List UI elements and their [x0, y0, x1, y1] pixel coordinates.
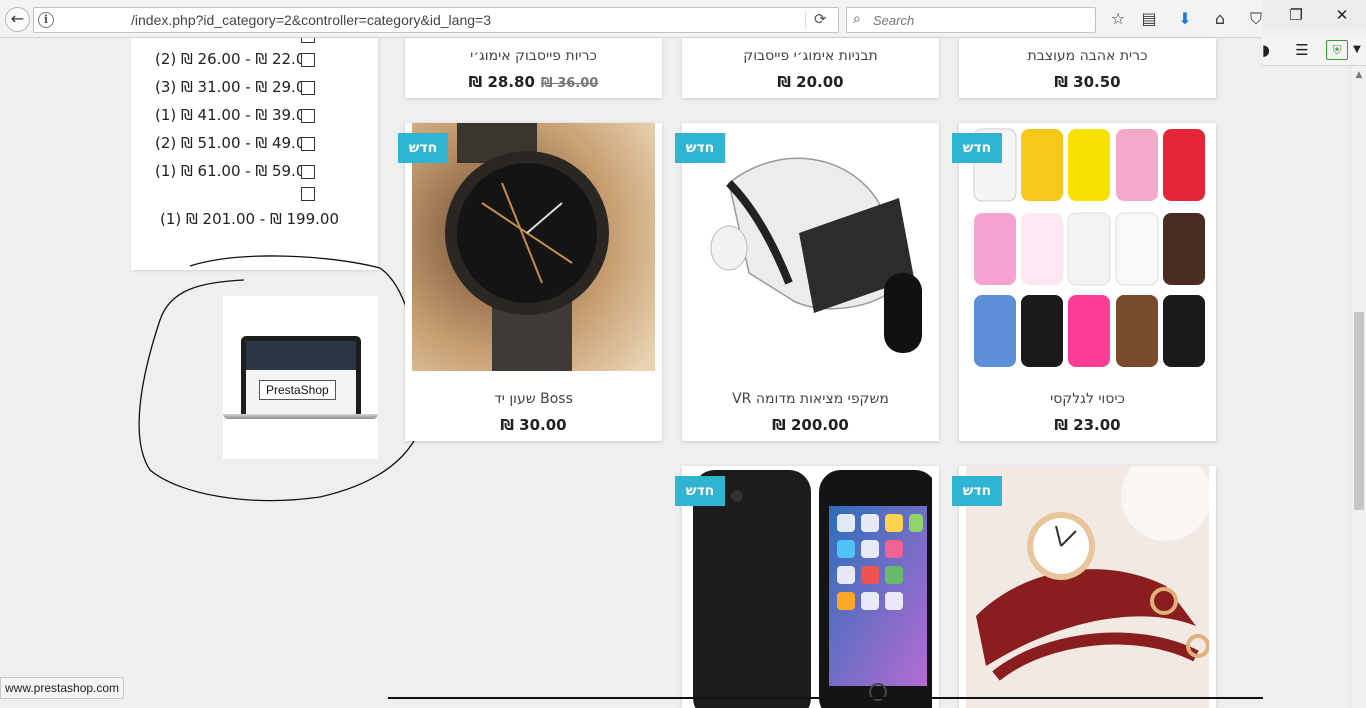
bookmark-star-icon[interactable]: ☆	[1108, 9, 1128, 29]
home-icon[interactable]: ⌂	[1210, 9, 1230, 29]
price-filter-row[interactable]: (3) ₪ 31.00 - ₪ 29.00	[155, 78, 355, 100]
product-price: ₪ 28.80 ₪ 36.00	[405, 73, 662, 91]
product-card[interactable]: חדש VR משקפי מציאות מדומה ₪ 200.00	[675, 123, 939, 441]
filter-checkbox[interactable]	[301, 53, 315, 67]
download-icon[interactable]: ⬇	[1175, 9, 1195, 29]
old-price: ₪ 36.00	[540, 76, 599, 91]
price-filter-label: (2) ₪ 26.00 - ₪ 22.00	[155, 50, 315, 68]
laptop-base	[223, 414, 378, 419]
browser-toolbar: ← i /index.php?id_category=2&controller=…	[0, 0, 1262, 38]
product-price: ₪ 200.00	[772, 416, 849, 434]
restore-window-icon[interactable]: ❐	[1286, 5, 1306, 25]
price-filter-row[interactable]: (2) ₪ 26.00 - ₪ 22.00	[155, 50, 355, 72]
product-title[interactable]: כרית אהבה מעוצבת	[959, 48, 1216, 64]
new-badge: חדש	[675, 476, 725, 506]
product-price: ₪ 30.00	[500, 416, 567, 434]
product-image-bracelet-watch[interactable]	[966, 466, 1209, 708]
partial-icon: ◗	[1262, 41, 1270, 59]
product-image-phone-cases[interactable]	[966, 123, 1209, 371]
scroll-up-arrow-icon[interactable]: ▲	[1351, 70, 1366, 80]
new-badge: חדש	[952, 476, 1002, 506]
product-card[interactable]: חדש שעון יד Boss ₪ 30.00	[398, 123, 662, 441]
product-card[interactable]: כרית אהבה מעוצבת ₪ 30.50	[959, 38, 1216, 98]
price-filter-label: (2) ₪ 51.00 - ₪ 49.00	[155, 134, 315, 152]
prestashop-ad-banner[interactable]: PrestaShop	[223, 296, 378, 459]
new-badge: חדש	[952, 133, 1002, 163]
extension-shield-icon[interactable]: ⛨	[1326, 40, 1348, 60]
product-title[interactable]: כריות פייסבוק אימוג׳י	[405, 48, 662, 64]
price-filter-row[interactable]: (1) ₪ 61.00 - ₪ 59.00	[155, 162, 355, 184]
ad-tooltip: PrestaShop	[259, 380, 336, 400]
laptop-display	[246, 341, 356, 414]
status-url: www.prestashop.com	[0, 677, 125, 699]
price-filter-label: (1) ₪ 61.00 - ₪ 59.00	[155, 162, 315, 180]
new-badge: חדש	[398, 133, 448, 163]
product-title[interactable]: VR משקפי מציאות מדומה	[682, 391, 939, 407]
filter-checkbox[interactable]	[301, 38, 315, 43]
reload-icon[interactable]: ⟳	[814, 10, 827, 28]
window-chrome: ❐ ✕ ◗ ☰ ⛨ ▼ ▲	[1262, 0, 1366, 708]
price-filter-label[interactable]: (1) ₪ 201.00 - ₪ 199.00	[160, 210, 339, 228]
search-bar[interactable]: ⌕ Search	[846, 7, 1096, 33]
price-filter-panel: (2) ₪ 26.00 - ₪ 22.00 (3) ₪ 31.00 - ₪ 29…	[131, 38, 378, 270]
url-text: /index.php?id_category=2&controller=cate…	[131, 12, 491, 28]
chevron-down-icon[interactable]: ▼	[1350, 40, 1364, 60]
new-badge: חדש	[675, 133, 725, 163]
product-price: ₪ 23.00	[1054, 416, 1121, 434]
reader-list-icon[interactable]: ▤	[1139, 9, 1159, 29]
bottom-divider	[388, 697, 1263, 699]
price-filter-label: (3) ₪ 31.00 - ₪ 29.00	[155, 78, 315, 96]
search-icon: ⌕	[853, 11, 861, 27]
filter-checkbox[interactable]	[301, 187, 315, 201]
price-filter-label: (1) ₪ 41.00 - ₪ 39.00	[155, 106, 315, 124]
product-price: ₪ 20.00	[777, 73, 844, 91]
current-price: ₪ 28.80	[468, 73, 535, 91]
filter-checkbox[interactable]	[301, 137, 315, 151]
price-filter-row[interactable]: (1) ₪ 41.00 - ₪ 39.00	[155, 106, 355, 128]
product-card[interactable]: תבניות אימוג׳י פייסבוק ₪ 20.00	[682, 38, 939, 98]
title-bar: ❐ ✕	[1262, 0, 1366, 30]
info-icon[interactable]: i	[38, 12, 54, 28]
search-placeholder: Search	[873, 13, 915, 28]
filter-checkbox[interactable]	[301, 109, 315, 123]
back-arrow-icon[interactable]: ←	[5, 7, 30, 32]
product-image-watch[interactable]	[412, 123, 655, 371]
product-title[interactable]: שעון יד Boss	[405, 391, 662, 407]
filter-checkbox[interactable]	[301, 81, 315, 95]
laptop-image	[241, 336, 361, 414]
product-card[interactable]: חדש כיסוי לגלקסי ₪ 23.00	[952, 123, 1216, 441]
scroll-thumb[interactable]	[1354, 312, 1364, 510]
close-window-icon[interactable]: ✕	[1332, 5, 1352, 25]
address-bar[interactable]: i /index.php?id_category=2&controller=ca…	[33, 7, 839, 33]
product-card[interactable]: חדש	[675, 466, 939, 708]
divider	[805, 11, 806, 29]
menu-row: ◗ ☰ ⛨ ▼	[1262, 34, 1366, 66]
filter-checkbox[interactable]	[301, 165, 315, 179]
product-image-vr-headset[interactable]	[689, 123, 932, 371]
product-card[interactable]: חדש	[952, 466, 1216, 708]
price-filter-row[interactable]: (2) ₪ 51.00 - ₪ 49.00	[155, 134, 355, 156]
product-card[interactable]: כריות פייסבוק אימוג׳י ₪ 28.80 ₪ 36.00	[405, 38, 662, 98]
hamburger-menu-icon[interactable]: ☰	[1292, 40, 1312, 60]
product-title[interactable]: תבניות אימוג׳י פייסבוק	[682, 48, 939, 64]
product-price: ₪ 30.50	[1054, 73, 1121, 91]
product-image-iphone[interactable]	[689, 466, 932, 708]
product-title[interactable]: כיסוי לגלקסי	[959, 391, 1216, 407]
scrollbar[interactable]: ▲	[1350, 66, 1366, 708]
